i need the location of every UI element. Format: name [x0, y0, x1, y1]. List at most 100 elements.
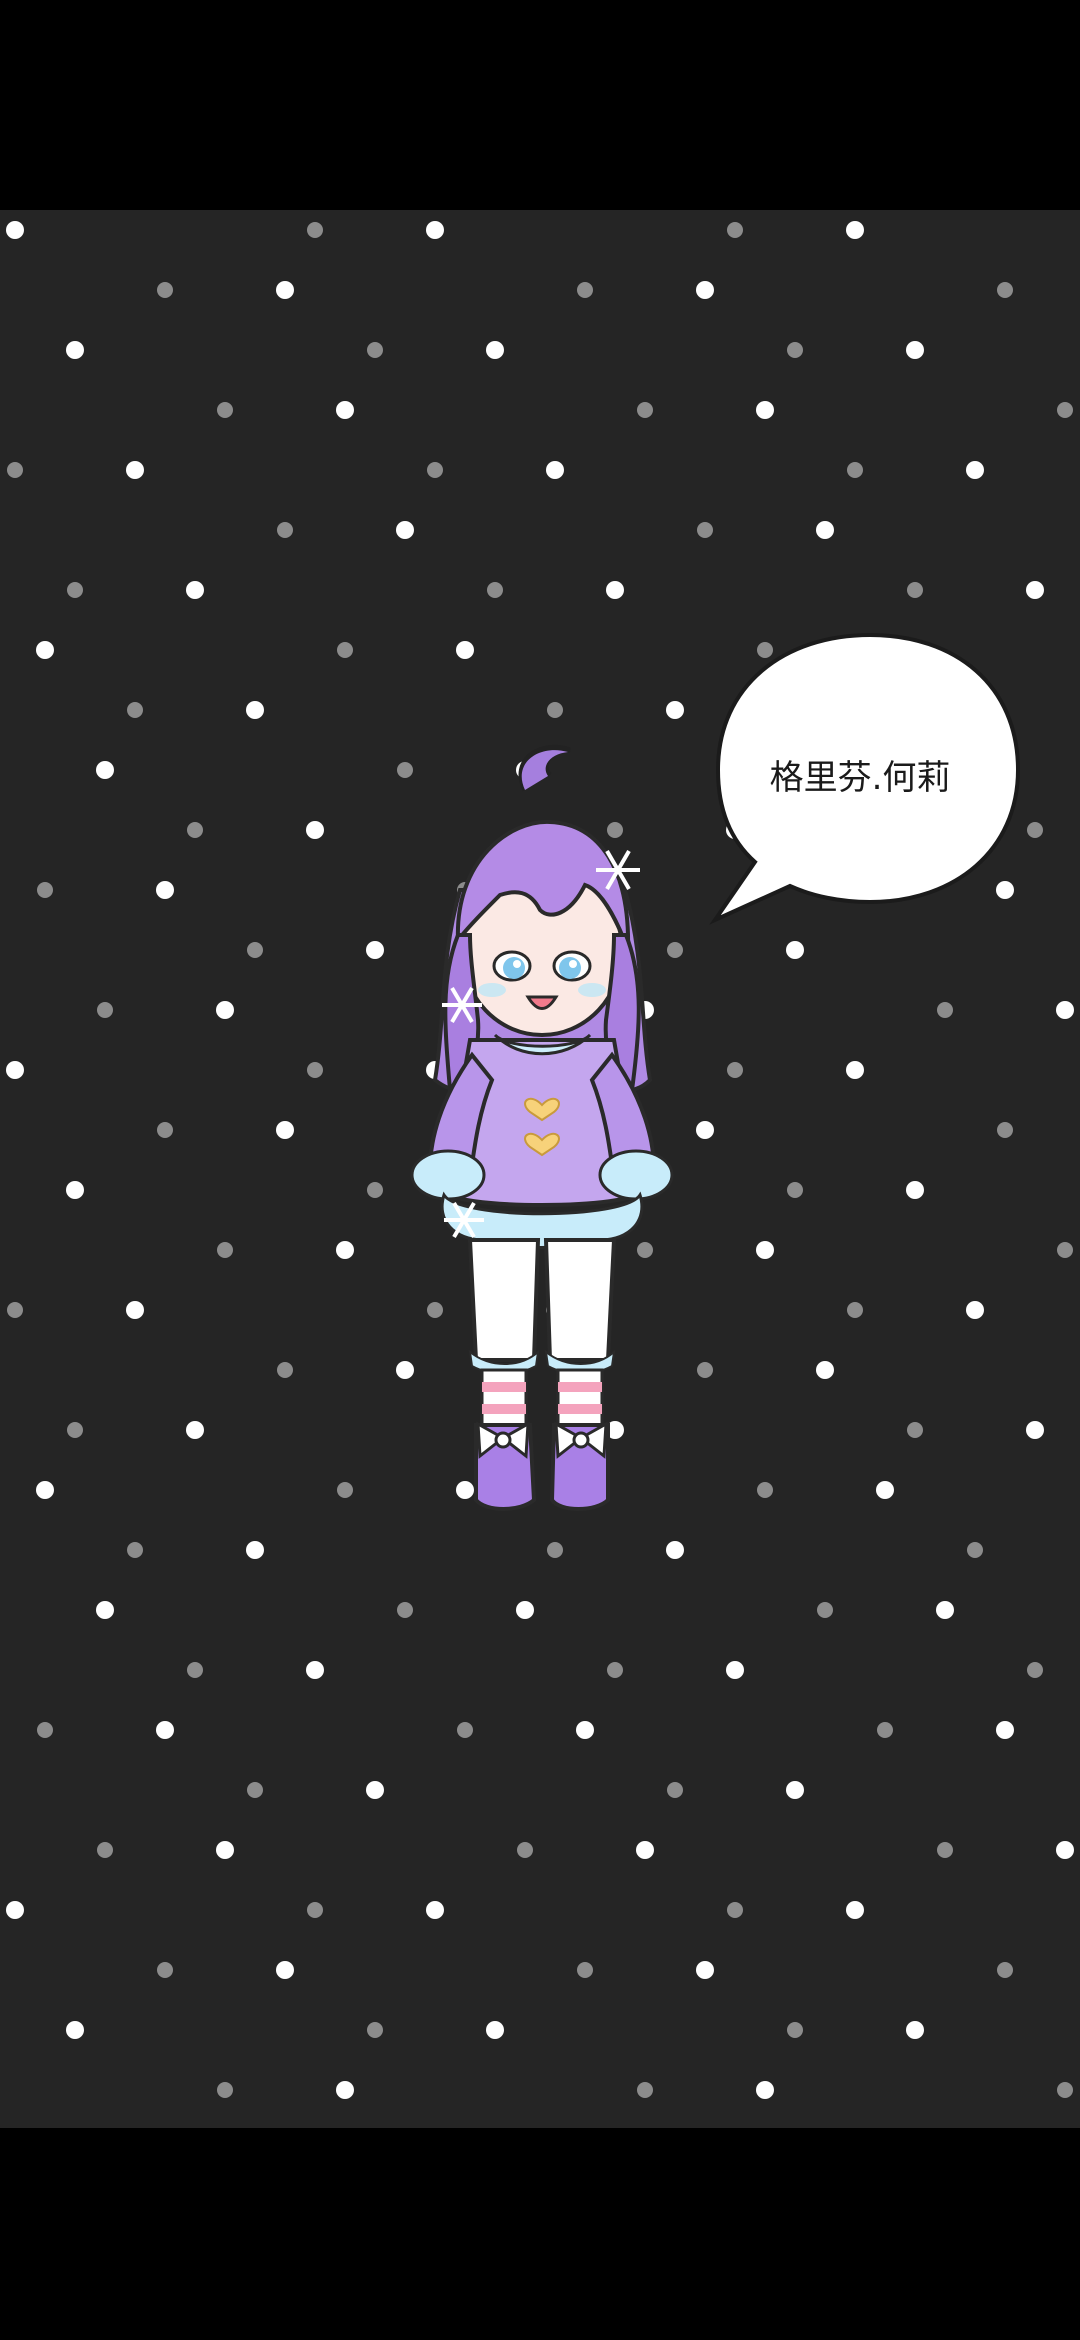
snowflake-dot — [486, 2021, 504, 2039]
snowflake-dot — [126, 461, 144, 479]
snowflake-dot — [576, 1721, 594, 1739]
snowflake-dot — [367, 1182, 383, 1198]
snowflake-dot — [307, 1062, 323, 1078]
snowflake-dot — [1027, 1662, 1043, 1678]
snowflake-dot — [906, 341, 924, 359]
snowflake-dot — [1057, 402, 1073, 418]
snowflake-dot — [787, 2022, 803, 2038]
snowflake-dot — [757, 1482, 773, 1498]
snowflake-dot — [487, 582, 503, 598]
snowflake-dot — [666, 1541, 684, 1559]
snowflake-dot — [847, 462, 863, 478]
snowflake-dot — [786, 1781, 804, 1799]
snowflake-dot — [937, 1842, 953, 1858]
snowflake-dot — [817, 1602, 833, 1618]
snowflake-dot — [157, 1122, 173, 1138]
snowflake-dot — [936, 1601, 954, 1619]
snowflake-dot — [966, 1301, 984, 1319]
snowflake-dot — [37, 1722, 53, 1738]
snowflake-dot — [816, 521, 834, 539]
snowflake-dot — [577, 1962, 593, 1978]
snowflake-dot — [247, 942, 263, 958]
snowflake-dot — [606, 581, 624, 599]
snowflake-dot — [336, 2081, 354, 2099]
snowflake-dot — [486, 341, 504, 359]
snowflake-dot — [697, 522, 713, 538]
snowflake-dot — [397, 1602, 413, 1618]
snowflake-dot — [636, 1841, 654, 1859]
snowflake-dot — [36, 641, 54, 659]
snowflake-dot — [6, 1061, 24, 1079]
snowflake-dot — [787, 1182, 803, 1198]
snowflake-dot — [37, 882, 53, 898]
snowflake-dot — [247, 1782, 263, 1798]
snowflake-dot — [367, 2022, 383, 2038]
snowflake-dot — [1057, 2082, 1073, 2098]
letterbox-bottom — [0, 2128, 1080, 2340]
snowflake-dot — [1056, 1001, 1074, 1019]
snowflake-dot — [307, 1902, 323, 1918]
snowflake-dot — [396, 521, 414, 539]
snowflake-dot — [157, 1962, 173, 1978]
snowflake-dot — [307, 222, 323, 238]
snowflake-dot — [907, 1422, 923, 1438]
snowflake-dot — [696, 281, 714, 299]
snowflake-dot — [846, 221, 864, 239]
snowflake-dot — [36, 1481, 54, 1499]
snowflake-dot — [907, 582, 923, 598]
snowflake-dot — [66, 2021, 84, 2039]
snowflake-dot — [547, 1542, 563, 1558]
snowflake-dot — [186, 1421, 204, 1439]
snowflake-dot — [306, 821, 324, 839]
snowflake-dot — [336, 1241, 354, 1259]
snowflake-dot — [517, 1842, 533, 1858]
snowflake-dot — [246, 701, 264, 719]
snowflake-dot — [937, 1002, 953, 1018]
snowflake-dot — [996, 1721, 1014, 1739]
snowflake-dot — [6, 1901, 24, 1919]
snowflake-dot — [276, 1961, 294, 1979]
snowflake-dot — [66, 1181, 84, 1199]
snowflake-dot — [96, 1601, 114, 1619]
snowflake-dot — [276, 281, 294, 299]
snowflake-dot — [336, 401, 354, 419]
snowflake-dot — [1026, 581, 1044, 599]
chibi-character[interactable] — [400, 720, 680, 1540]
snowflake-dot — [217, 1242, 233, 1258]
snowflake-dot — [6, 221, 24, 239]
snowflake-dot — [7, 1302, 23, 1318]
letterbox-top — [0, 0, 1080, 210]
snowflake-dot — [276, 1121, 294, 1139]
snowflake-dot — [277, 1362, 293, 1378]
snowflake-dot — [7, 462, 23, 478]
snowflake-dot — [1056, 1841, 1074, 1859]
snowflake-dot — [1026, 1421, 1044, 1439]
snowflake-dot — [246, 1541, 264, 1559]
snowflake-dot — [216, 1001, 234, 1019]
snowflake-dot — [756, 1241, 774, 1259]
snowflake-dot — [217, 2082, 233, 2098]
snowflake-dot — [96, 761, 114, 779]
snowflake-dot — [546, 461, 564, 479]
snowflake-dot — [906, 1181, 924, 1199]
snowflake-dot — [727, 1902, 743, 1918]
speech-bubble-text: 格里芬.何莉 — [769, 758, 951, 798]
snowflake-dot — [67, 582, 83, 598]
snowflake-dot — [337, 642, 353, 658]
game-scene[interactable]: 格里芬.何莉 — [0, 210, 1080, 2128]
snowflake-dot — [967, 1542, 983, 1558]
snowflake-dot — [966, 461, 984, 479]
snowflake-dot — [727, 222, 743, 238]
snowflake-dot — [906, 2021, 924, 2039]
snowflake-dot — [756, 401, 774, 419]
snowflake-dot — [697, 1362, 713, 1378]
snowflake-dot — [696, 1961, 714, 1979]
snowflake-dot — [187, 822, 203, 838]
snowflake-dot — [1057, 1242, 1073, 1258]
snowflake-dot — [127, 702, 143, 718]
snowflake-dot — [156, 1721, 174, 1739]
snowflake-dot — [637, 2082, 653, 2098]
snowflake-dot — [577, 282, 593, 298]
snowflake-dot — [367, 342, 383, 358]
snowflake-dot — [126, 1301, 144, 1319]
